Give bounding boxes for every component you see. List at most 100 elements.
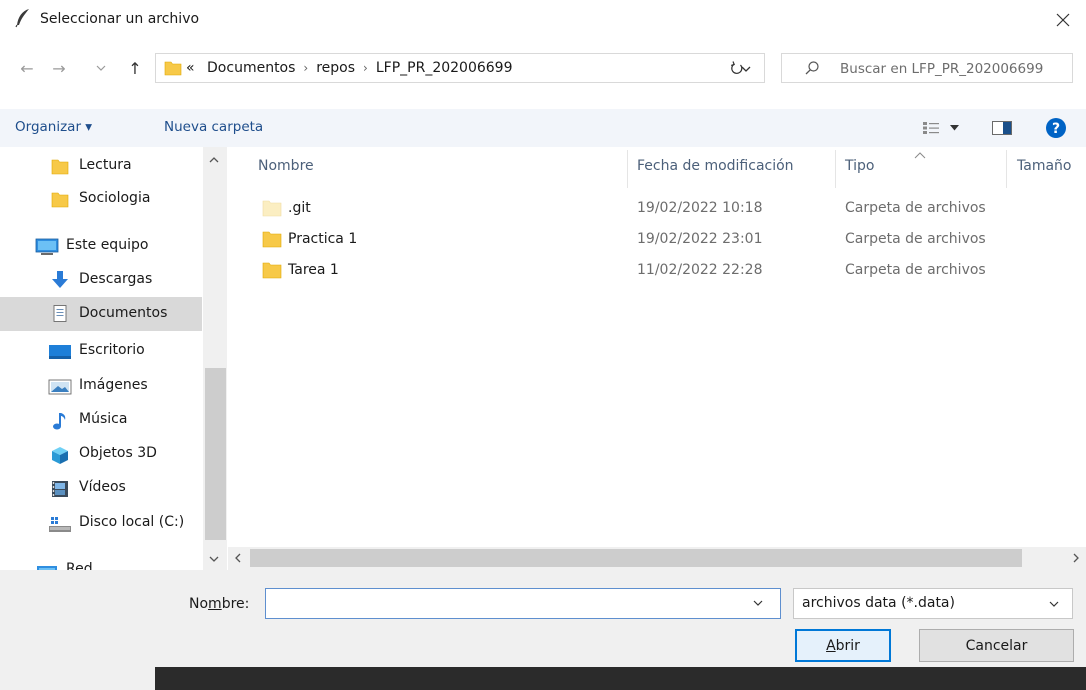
objects-3d-icon — [52, 447, 68, 464]
file-name: Practica 1 — [288, 231, 358, 247]
column-header-name[interactable]: Nombre — [258, 158, 314, 174]
folder-icon — [164, 61, 182, 76]
sidebar-item-este-equipo[interactable]: Este equipo — [0, 229, 202, 263]
title-bar: Seleccionar un archivo — [0, 0, 1086, 40]
open-button[interactable]: Abrir — [795, 629, 891, 662]
breadcrumb-documentos[interactable]: Documentos — [207, 60, 295, 76]
up-arrow-icon: ↑ — [128, 58, 142, 78]
breadcrumb-current[interactable]: LFP_PR_202006699 — [376, 60, 513, 76]
refresh-button[interactable] — [722, 55, 752, 81]
up-button[interactable]: ↑ — [122, 55, 148, 81]
sidebar-item-label: Música — [79, 411, 128, 427]
file-type-filter-select[interactable]: archivos data (*.data) — [793, 588, 1073, 619]
preview-pane-icon — [992, 121, 1012, 135]
filename-input[interactable] — [265, 588, 781, 619]
breadcrumb-overflow[interactable]: « — [186, 60, 195, 76]
column-divider[interactable] — [627, 150, 628, 188]
column-header-type[interactable]: Tipo — [845, 158, 874, 174]
column-header-size[interactable]: Tamaño — [1017, 158, 1071, 174]
folder-icon — [51, 159, 69, 175]
chevron-down-icon — [96, 65, 106, 71]
sidebar-item-label: Documentos — [79, 305, 168, 321]
file-date: 19/02/2022 10:18 — [637, 200, 763, 216]
folder-icon — [262, 262, 282, 279]
feather-icon — [15, 9, 29, 28]
scroll-right-icon[interactable] — [1073, 553, 1080, 563]
cancel-button[interactable]: Cancelar — [919, 629, 1074, 662]
file-type: Carpeta de archivos — [845, 262, 986, 278]
recent-locations-button[interactable] — [92, 55, 110, 81]
refresh-icon — [731, 61, 743, 74]
documents-icon — [53, 305, 67, 322]
column-header-date[interactable]: Fecha de modificación — [637, 158, 794, 174]
videos-icon — [52, 481, 68, 497]
breadcrumb-repos[interactable]: repos — [316, 60, 355, 76]
filename-label: Nombre: — [189, 596, 250, 612]
folder-icon — [51, 192, 69, 208]
chevron-down-icon — [1049, 601, 1059, 607]
folder-icon — [262, 200, 282, 217]
file-type-filter-value: archivos data (*.data) — [802, 595, 955, 611]
sidebar-item-documentos[interactable]: Documentos — [0, 297, 202, 331]
svg-text:?: ? — [1052, 121, 1060, 137]
file-name: Tarea 1 — [288, 262, 339, 278]
search-box[interactable]: Buscar en LFP_PR_202006699 — [781, 53, 1073, 83]
file-type: Carpeta de archivos — [845, 231, 986, 247]
breadcrumb-separator: › — [303, 61, 309, 75]
sidebar-item-disco-local[interactable]: Disco local (C:) — [0, 507, 202, 541]
sort-up-icon — [914, 152, 926, 159]
search-placeholder: Buscar en LFP_PR_202006699 — [840, 61, 1044, 77]
sidebar-item-label: Sociologia — [79, 190, 151, 206]
sidebar-item-objetos-3d[interactable]: Objetos 3D — [0, 438, 202, 472]
forward-button[interactable]: → — [46, 55, 72, 81]
sidebar-item-label: Lectura — [79, 157, 132, 173]
scroll-left-icon[interactable] — [234, 553, 241, 563]
folder-icon — [262, 231, 282, 248]
sidebar-item-red[interactable]: Red — [0, 553, 202, 570]
column-divider[interactable] — [1006, 150, 1007, 188]
preview-pane-button[interactable] — [990, 118, 1014, 138]
navigation-scrollbar-thumb[interactable] — [205, 368, 226, 540]
help-button[interactable]: ? — [1044, 116, 1068, 140]
column-divider[interactable] — [835, 150, 836, 188]
close-icon — [1056, 13, 1070, 27]
new-folder-button[interactable]: Nueva carpeta — [164, 119, 263, 135]
command-toolbar: Organizar ▾ Nueva carpeta ? — [0, 109, 1086, 147]
pictures-icon — [48, 379, 72, 395]
close-button[interactable] — [1046, 4, 1080, 36]
back-arrow-icon: ← — [20, 58, 34, 78]
background-window-strip — [155, 667, 1086, 690]
computer-icon — [35, 238, 59, 255]
sidebar-item-musica[interactable]: Música — [0, 404, 202, 438]
organize-button[interactable]: Organizar ▾ — [15, 119, 92, 135]
file-row[interactable]: Practica 1 19/02/2022 23:01 Carpeta de a… — [240, 225, 1080, 255]
sidebar-item-label: Objetos 3D — [79, 445, 157, 461]
sidebar-item-label: Disco local (C:) — [79, 514, 185, 530]
forward-arrow-icon: → — [52, 58, 66, 78]
back-button[interactable]: ← — [14, 55, 40, 81]
horizontal-scrollbar-thumb[interactable] — [250, 549, 1022, 567]
music-icon — [53, 413, 66, 430]
file-date: 19/02/2022 23:01 — [637, 231, 763, 247]
sidebar-item-lectura[interactable]: Lectura — [0, 149, 202, 183]
view-details-icon — [922, 122, 939, 134]
window-title: Seleccionar un archivo — [40, 11, 200, 27]
drive-icon — [49, 517, 71, 532]
sidebar-item-descargas[interactable]: Descargas — [0, 263, 202, 297]
scroll-up-icon[interactable] — [209, 156, 219, 163]
file-row[interactable]: Tarea 1 11/02/2022 22:28 Carpeta de arch… — [240, 256, 1080, 286]
scroll-down-icon[interactable] — [209, 556, 219, 563]
search-icon — [805, 61, 819, 75]
address-bar[interactable]: « Documentos › repos › LFP_PR_202006699 — [155, 53, 765, 83]
file-name: .git — [288, 200, 311, 216]
file-date: 11/02/2022 22:28 — [637, 262, 763, 278]
caret-down-icon — [949, 125, 959, 131]
sidebar-item-escritorio[interactable]: Escritorio — [0, 335, 202, 369]
sidebar-item-imagenes[interactable]: Imágenes — [0, 370, 202, 404]
sidebar-item-sociologia[interactable]: Sociologia — [0, 183, 202, 217]
change-view-button[interactable] — [912, 117, 968, 139]
sidebar-item-videos[interactable]: Vídeos — [0, 472, 202, 506]
file-row[interactable]: .git 19/02/2022 10:18 Carpeta de archivo… — [240, 194, 1080, 224]
download-icon — [52, 271, 68, 288]
chevron-down-icon[interactable] — [752, 596, 764, 610]
